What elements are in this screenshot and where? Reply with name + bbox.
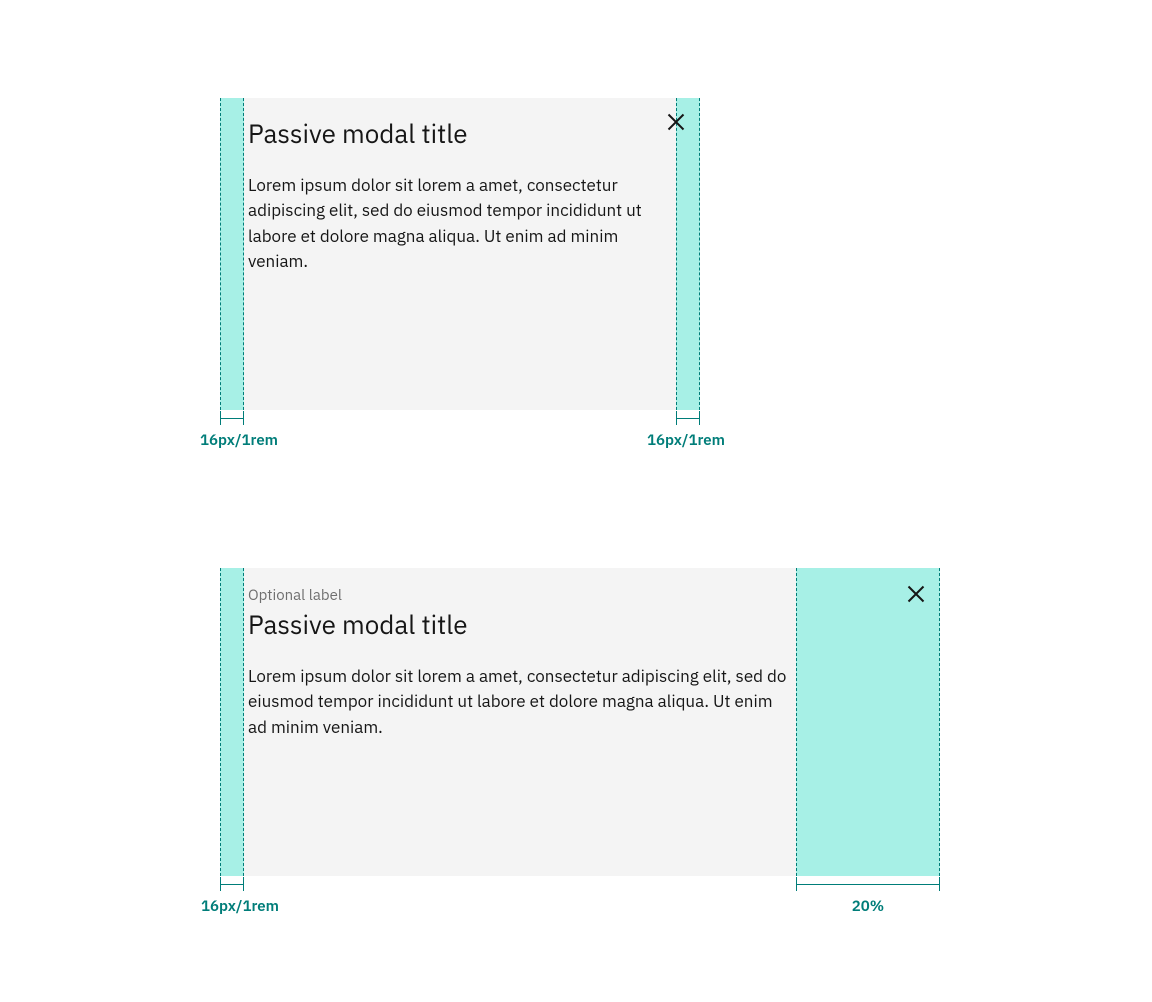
measurement-left-padding: 16px/1rem: [200, 411, 260, 450]
modal-optional-label: Optional label: [248, 586, 792, 605]
modal-surface: Passive modal title Lorem ipsum dolor si…: [244, 98, 676, 410]
measurement-left-padding: 16px/1rem: [200, 877, 280, 916]
measurement-right-padding: 20%: [796, 877, 940, 916]
modal-body-text: Lorem ipsum dolor sit lorem a amet, cons…: [248, 664, 792, 741]
measurement-label: 16px/1rem: [200, 431, 260, 450]
close-icon[interactable]: [666, 112, 686, 132]
measurement-label: 20%: [796, 897, 940, 916]
modal-surface: Optional label Passive modal title Lorem…: [244, 568, 796, 876]
measurement-right-padding: 16px/1rem: [636, 411, 736, 450]
modal-body-text: Lorem ipsum dolor sit lorem a amet, cons…: [248, 173, 672, 275]
measurement-label: 16px/1rem: [200, 897, 280, 916]
padding-highlight-right: [676, 98, 700, 410]
modal-title: Passive modal title: [248, 118, 672, 151]
padding-highlight-left: [220, 568, 244, 876]
padding-highlight-right-20pct: [796, 568, 940, 876]
passive-modal-spec-basic: Passive modal title Lorem ipsum dolor si…: [220, 98, 700, 410]
passive-modal-spec-with-label: Optional label Passive modal title Lorem…: [220, 568, 940, 876]
padding-highlight-left: [220, 98, 244, 410]
modal-title: Passive modal title: [248, 609, 792, 642]
measurement-label: 16px/1rem: [636, 431, 736, 450]
close-icon[interactable]: [906, 584, 926, 604]
